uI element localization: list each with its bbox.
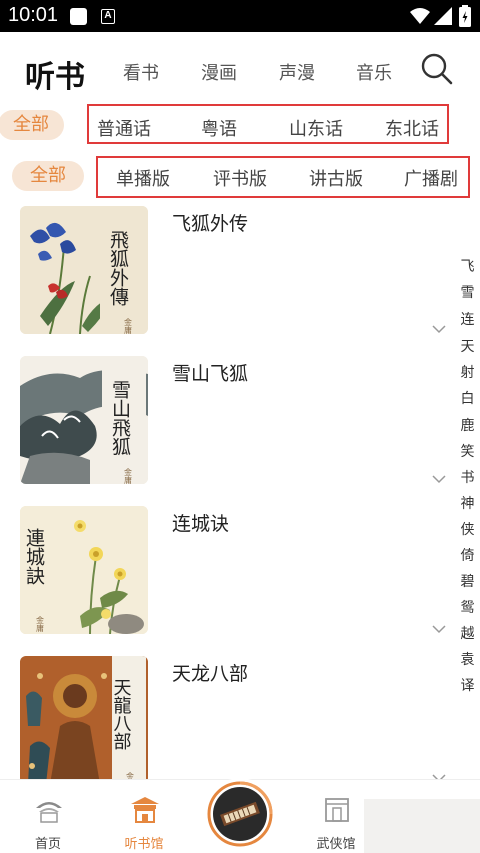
status-time: 10:01 bbox=[8, 4, 59, 26]
language-all-pill[interactable]: 全部 bbox=[0, 110, 64, 140]
notification-icon bbox=[70, 8, 87, 25]
book-cover[interactable]: 連城訣 金庸 bbox=[20, 506, 148, 634]
tab-manhua[interactable]: 漫画 bbox=[201, 59, 237, 85]
book-list: 飛狐外傳 金庸 飞狐外传 雪山飛狐 金庸 雪山飞狐 連城訣 金庸 连城诀 天龍八… bbox=[0, 200, 455, 780]
top-nav: 听书 看书 漫画 声漫 音乐 bbox=[0, 32, 480, 106]
book-title[interactable]: 天龙八部 bbox=[172, 659, 248, 686]
cover-author: 金庸 bbox=[124, 317, 133, 334]
index-char[interactable]: 侠 bbox=[455, 519, 480, 539]
cover-calligraphy: 飛狐外傳 bbox=[107, 230, 129, 306]
cover-author: 金庸 bbox=[36, 615, 45, 633]
cover-calligraphy: 雪山飛狐 bbox=[109, 380, 131, 456]
nav-home-label: 首页 bbox=[34, 837, 61, 852]
version-option-danbo[interactable]: 单播版 bbox=[116, 165, 170, 191]
book-item[interactable]: 雪山飛狐 金庸 雪山飞狐 bbox=[0, 350, 455, 500]
language-option-dongbeihua[interactable]: 东北话 bbox=[385, 115, 439, 141]
wifi-icon bbox=[410, 8, 430, 24]
tab-yinyue[interactable]: 音乐 bbox=[356, 59, 392, 85]
index-char[interactable]: 倚 bbox=[455, 545, 480, 565]
battery-icon bbox=[459, 5, 471, 27]
nav-tingshu-hall[interactable]: 听书馆 bbox=[104, 780, 184, 853]
book-item[interactable]: 連城訣 金庸 连城诀 bbox=[0, 500, 455, 650]
book-title[interactable]: 雪山飞狐 bbox=[172, 359, 248, 386]
index-char[interactable]: 飞 bbox=[455, 256, 480, 276]
index-char[interactable]: 射 bbox=[455, 362, 480, 382]
book-title[interactable]: 连城诀 bbox=[172, 509, 229, 536]
version-option-jianggu[interactable]: 讲古版 bbox=[309, 165, 363, 191]
book-item[interactable]: 飛狐外傳 金庸 飞狐外传 bbox=[0, 200, 455, 350]
index-char[interactable]: 碧 bbox=[455, 571, 480, 591]
home-pavilion-icon bbox=[36, 802, 62, 823]
index-char[interactable]: 袁 bbox=[455, 649, 480, 669]
wuxia-hall-icon bbox=[325, 798, 349, 822]
nav-tingshu-hall-label: 听书馆 bbox=[124, 837, 164, 852]
index-char[interactable]: 白 bbox=[455, 388, 480, 408]
index-char[interactable]: 连 bbox=[455, 309, 480, 329]
book-cover[interactable]: 天龍八部 金庸 bbox=[20, 656, 148, 780]
listening-hall-icon bbox=[131, 797, 159, 823]
status-bar: 10:01 A bbox=[0, 0, 480, 32]
tab-shengman[interactable]: 声漫 bbox=[279, 59, 315, 85]
language-option-yueyu[interactable]: 粤语 bbox=[201, 115, 237, 141]
index-char[interactable]: 神 bbox=[455, 493, 480, 513]
language-filter-row: 全部 普通话 粤语 山东话 东北话 bbox=[0, 103, 480, 144]
cover-calligraphy: 連城訣 bbox=[23, 528, 45, 585]
cover-art-mural: 天龍八部 金庸 bbox=[20, 656, 148, 780]
index-char[interactable]: 笑 bbox=[455, 441, 480, 461]
tab-tingshu-active[interactable]: 听书 bbox=[25, 52, 85, 96]
book-cover[interactable]: 飛狐外傳 金庸 bbox=[20, 206, 148, 334]
cover-author: 金庸 bbox=[124, 467, 133, 484]
center-play-button[interactable] bbox=[204, 778, 276, 850]
book-title[interactable]: 飞狐外传 bbox=[172, 209, 248, 236]
play-disc-icon bbox=[206, 780, 274, 848]
index-char[interactable]: 越 bbox=[455, 623, 480, 643]
chevron-down-icon[interactable] bbox=[432, 624, 446, 634]
index-char[interactable]: 书 bbox=[455, 467, 480, 487]
index-char[interactable]: 雪 bbox=[455, 282, 480, 302]
language-option-shandonghua[interactable]: 山东话 bbox=[289, 115, 343, 141]
version-option-guangboju[interactable]: 广播剧 bbox=[404, 165, 458, 191]
language-option-putonghua[interactable]: 普通话 bbox=[97, 115, 151, 141]
version-option-pingshu[interactable]: 评书版 bbox=[213, 165, 267, 191]
book-cover[interactable]: 雪山飛狐 金庸 bbox=[20, 356, 148, 484]
cover-art-iris: 飛狐外傳 金庸 bbox=[20, 206, 148, 334]
chevron-down-icon[interactable] bbox=[432, 324, 446, 334]
signal-icon bbox=[434, 7, 452, 25]
version-filter-row: 全部 单播版 评书版 讲古版 广播剧 bbox=[0, 155, 480, 198]
index-char[interactable]: 鹿 bbox=[455, 415, 480, 435]
a-icon: A bbox=[101, 9, 115, 24]
search-icon[interactable] bbox=[420, 52, 454, 86]
tab-kanshu[interactable]: 看书 bbox=[123, 59, 159, 85]
cover-calligraphy: 天龍八部 bbox=[111, 678, 132, 750]
nav-home[interactable]: 首页 bbox=[8, 780, 88, 853]
bottom-right-blank-area bbox=[364, 799, 480, 853]
index-char[interactable]: 译 bbox=[455, 675, 480, 695]
book-item[interactable]: 天龍八部 金庸 天龙八部 bbox=[0, 650, 455, 780]
index-char[interactable]: 天 bbox=[455, 336, 480, 356]
index-char[interactable]: 鸳 bbox=[455, 597, 480, 617]
cover-art-chrysanthemum: 連城訣 金庸 bbox=[20, 506, 148, 634]
cover-art-snow-mountain: 雪山飛狐 金庸 bbox=[20, 356, 148, 484]
version-all-pill[interactable]: 全部 bbox=[12, 161, 84, 191]
chevron-down-icon[interactable] bbox=[432, 474, 446, 484]
